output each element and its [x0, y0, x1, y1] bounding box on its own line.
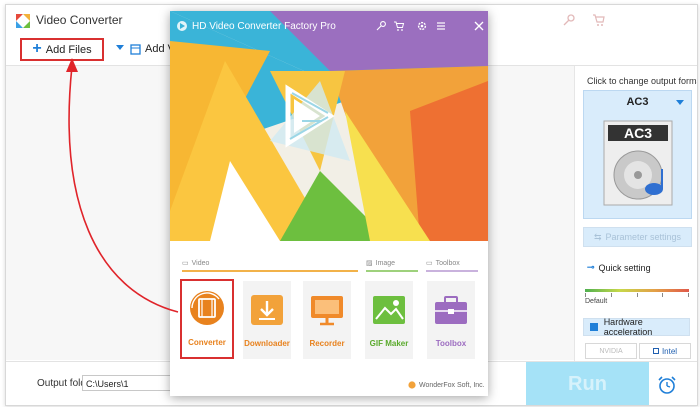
section-divider [426, 270, 478, 272]
intel-badge: Intel [639, 343, 691, 359]
section-toolbox-label: Toolbox [435, 259, 460, 267]
hardware-acceleration-label: Hardware acceleration [603, 317, 653, 337]
output-folder-field[interactable]: C:\Users\1 [82, 375, 172, 391]
download-icon [251, 295, 283, 325]
key-icon[interactable] [562, 13, 576, 27]
add-files-dropdown-icon[interactable] [116, 45, 124, 50]
format-name: AC3 [626, 96, 649, 108]
monitor-icon [311, 296, 343, 326]
run-button[interactable]: Run [526, 362, 649, 405]
app-logo-icon [177, 21, 187, 31]
film-icon [190, 291, 224, 325]
intel-label: Intel [661, 346, 678, 356]
intel-checkbox-icon [652, 348, 659, 354]
output-format-selector[interactable]: AC3 AC3 [583, 90, 692, 219]
quality-slider[interactable] [585, 289, 689, 292]
quick-setting-icon: ⊸ [587, 262, 595, 272]
chevron-down-icon [676, 100, 684, 105]
cart-icon[interactable] [393, 20, 405, 32]
converter-label: Converter [188, 338, 226, 347]
recorder-label: Recorder [309, 339, 345, 348]
downloader-label: Downloader [244, 339, 290, 348]
footer-company-label: WonderFox Soft, Inc. [419, 381, 485, 389]
wonderfox-logo-icon [408, 381, 416, 389]
key-icon[interactable] [375, 20, 387, 32]
toolbox-section-icon: ▭ [426, 260, 433, 267]
app-logo-icon [16, 14, 30, 28]
pro-window-title: HD Video Converter Factory Pro [192, 21, 336, 32]
output-format-panel: Click to change output format: AC3 AC3 ⇆… [574, 66, 698, 361]
format-icon-text: AC3 [623, 125, 652, 141]
hardware-acceleration-toggle[interactable]: Hardware acceleration [583, 317, 690, 337]
menu-icon[interactable] [435, 20, 447, 32]
parameter-settings-label: Parameter settings [605, 232, 682, 242]
parameter-settings-button[interactable]: ⇆ Parameter settings [583, 227, 692, 247]
toolbox-tile[interactable]: Toolbox [427, 281, 475, 359]
nvidia-label: NVIDIA [599, 347, 623, 355]
section-divider [366, 270, 418, 272]
add-video-icon [130, 43, 141, 55]
nvidia-badge: NVIDIA [585, 343, 637, 359]
gear-icon[interactable] [416, 20, 428, 32]
section-video-label: Video [191, 259, 210, 267]
alarm-clock-icon[interactable] [656, 374, 678, 396]
close-icon[interactable] [473, 20, 485, 32]
settings-icon: ⇆ [593, 231, 602, 242]
pro-header-artwork [170, 11, 488, 241]
section-image-label: Image [375, 259, 396, 267]
video-section-icon: ▭ [182, 260, 189, 267]
format-hint: Click to change output format: [587, 76, 698, 86]
add-files-button[interactable]: + Add Files [20, 38, 104, 61]
plus-icon: + [32, 39, 42, 57]
image-icon [373, 296, 405, 324]
image-section-icon: ▨ [366, 260, 373, 267]
window-title: Video Converter [36, 13, 123, 27]
footer-company: WonderFox Soft, Inc. [408, 381, 485, 389]
slider-ticks [585, 293, 689, 297]
downloader-tile[interactable]: Downloader [243, 281, 291, 359]
toolbox-icon [435, 296, 467, 324]
cart-icon[interactable] [592, 13, 606, 27]
recorder-tile[interactable]: Recorder [303, 281, 351, 359]
quick-setting-label: Quick setting [598, 262, 651, 273]
hardware-acceleration-checkbox[interactable] [590, 323, 598, 331]
gif-maker-label: GIF Maker [369, 339, 409, 348]
section-divider [182, 270, 358, 272]
converter-tile[interactable]: Converter [180, 279, 234, 359]
quick-setting-row: ⊸ Quick setting [587, 262, 651, 273]
pro-home-window: HD Video Converter Factory Pro ▭ Video ▨ I… [170, 11, 488, 396]
toolbox-label: Toolbox [435, 339, 467, 348]
gif-maker-tile[interactable]: GIF Maker [365, 281, 413, 359]
slider-default-label: Default [585, 298, 608, 305]
add-files-label: Add Files [45, 43, 92, 56]
